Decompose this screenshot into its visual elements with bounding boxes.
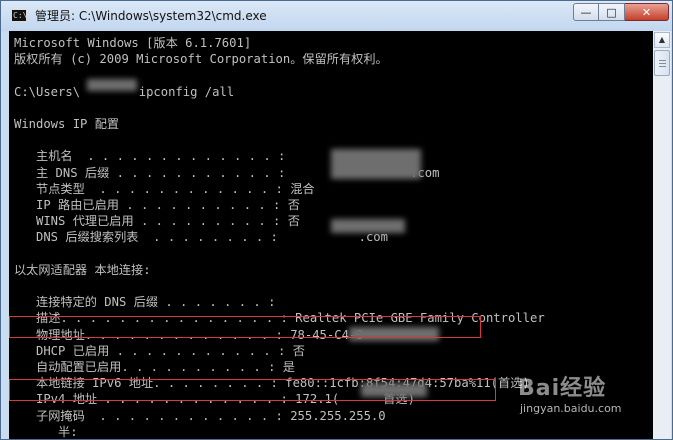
- console-line: DHCP 已启用 . . . . . . . . . . . : 否: [14, 343, 305, 358]
- baidu-jingyan-watermark: Bai经验 jingyan.baidu.com: [512, 370, 662, 430]
- console-line: 连接特定的 DNS 后缀 . . . . . . . :: [14, 295, 276, 310]
- console-line: 主机名 . . . . . . . . . . . . . :: [14, 149, 286, 164]
- close-button[interactable]: ✕: [625, 3, 669, 21]
- physical-address-highlight: [9, 316, 481, 338]
- privacy-blur: [331, 219, 405, 233]
- console-line: 以太网适配器 本地连接:: [14, 262, 151, 277]
- console-line: 子网掩码 . . . . . . . . . . . . : 255.255.2…: [14, 408, 386, 423]
- console-line: 半:: [14, 424, 78, 439]
- console-line: Windows IP 配置: [14, 117, 120, 131]
- grip-line: [659, 66, 666, 67]
- title-bar[interactable]: C:\ 管理员: C:\Windows\system32\cmd.exe — □…: [1, 1, 672, 31]
- grip-line: [659, 63, 666, 64]
- watermark-domain: jingyan.baidu.com: [520, 402, 622, 415]
- console-line: Microsoft Windows [版本 6.1.7601]: [14, 36, 252, 50]
- console-line: 节点类型 . . . . . . . . . . . . : 混合: [14, 181, 315, 196]
- ipv4-address-highlight: [9, 379, 496, 401]
- privacy-blur: [331, 149, 421, 179]
- privacy-blur: [87, 79, 137, 91]
- scroll-up-arrow-icon[interactable]: ▲: [654, 32, 670, 48]
- window-title: 管理员: C:\Windows\system32\cmd.exe: [35, 9, 267, 23]
- minimize-button[interactable]: —: [573, 3, 599, 21]
- scroll-thumb[interactable]: [654, 50, 670, 76]
- console-line: 版权所有 (c) 2009 Microsoft Corporation。保留所有…: [14, 52, 388, 67]
- console-line: 自动配置已启用. . . . . . . . . . : 是: [14, 360, 295, 374]
- maximize-button[interactable]: □: [599, 3, 625, 21]
- grip-line: [659, 60, 666, 61]
- watermark-logo: Bai经验: [518, 376, 607, 401]
- cmd-icon[interactable]: C:\: [11, 9, 27, 22]
- console-line: WINS 代理已启用 . . . . . . . . . : 否: [14, 214, 300, 229]
- console-line: IP 路由已启用 . . . . . . . . . . : 否: [14, 198, 300, 212]
